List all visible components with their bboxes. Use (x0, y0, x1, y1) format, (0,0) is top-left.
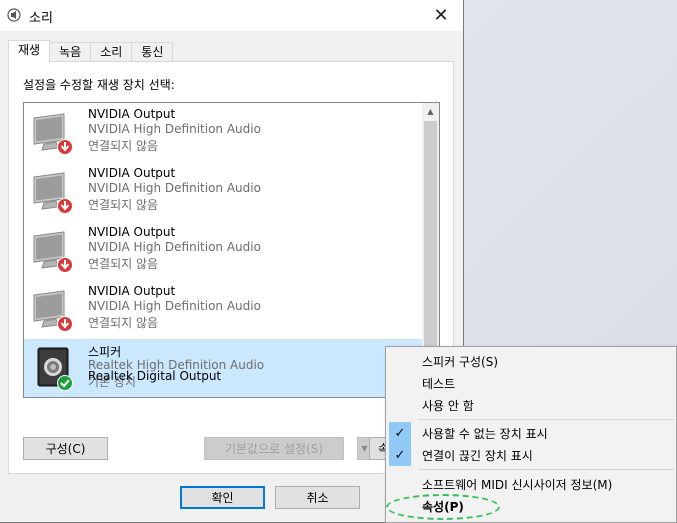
tab-sounds[interactable]: 소리 (90, 42, 133, 63)
device-row[interactable]: NVIDIA Output NVIDIA High Definition Aud… (24, 162, 422, 221)
tab-playback[interactable]: 재생 (8, 40, 51, 63)
device-driver: NVIDIA High Definition Audio (88, 299, 261, 313)
monitor-icon (33, 290, 73, 332)
device-driver: NVIDIA High Definition Audio (88, 122, 261, 136)
cancel-button[interactable]: 취소 (275, 486, 360, 509)
menu-item-label: 사용 안 함 (422, 399, 474, 413)
close-button[interactable]: ✕ (419, 0, 463, 31)
checkmark-icon: ✓ (389, 444, 411, 466)
device-status: 연결되지 않음 (88, 198, 159, 212)
menu-item-show-disabled-devices[interactable]: ✓ 사용할 수 없는 장치 표시 (386, 422, 676, 444)
device-status: 연결되지 않음 (88, 139, 159, 153)
device-status: 연결되지 않음 (88, 257, 159, 271)
device-row-speaker[interactable]: 스피커 Realtek High Definition Audio 기본 장치 (24, 339, 422, 397)
menu-item-speaker-setup[interactable]: 스피커 구성(S) (386, 350, 676, 372)
tab-communications[interactable]: 통신 (131, 42, 174, 63)
checkmark-icon: ✓ (389, 422, 411, 444)
menu-item-label: 사용할 수 없는 장치 표시 (422, 427, 548, 441)
highlight-annotation (386, 494, 500, 520)
menu-separator (418, 469, 674, 470)
menu-item-show-disconnected-devices[interactable]: ✓ 연결이 끊긴 장치 표시 (386, 444, 676, 466)
device-name: NVIDIA Output (88, 107, 176, 121)
instruction-text: 설정을 수정할 재생 장치 선택: (23, 78, 175, 92)
monitor-icon (33, 172, 73, 214)
device-name: NVIDIA Output (88, 166, 176, 180)
ok-button[interactable]: 확인 (180, 486, 265, 509)
menu-item-label: 소프트웨어 MIDI 신시사이저 정보(M) (422, 478, 613, 492)
device-name-digital-output: Realtek Digital Output (88, 369, 222, 383)
device-driver: NVIDIA High Definition Audio (88, 240, 261, 254)
monitor-icon (33, 231, 73, 273)
device-row[interactable]: NVIDIA Output NVIDIA High Definition Aud… (24, 280, 422, 339)
device-status: 연결되지 않음 (88, 316, 159, 330)
device-row[interactable]: NVIDIA Output NVIDIA High Definition Aud… (24, 103, 422, 162)
speaker-icon (37, 347, 73, 391)
menu-separator (418, 419, 674, 420)
tab-recording[interactable]: 녹음 (49, 42, 92, 63)
set-default-button[interactable]: 기본값으로 설정(S) (204, 437, 344, 460)
menu-item-label: 연결이 끊긴 장치 표시 (422, 449, 533, 463)
device-name: NVIDIA Output (88, 284, 176, 298)
tab-strip: 재생 녹음 소리 통신 (8, 40, 174, 63)
configure-button[interactable]: 구성(C) (23, 437, 108, 460)
menu-item-test[interactable]: 테스트 (386, 372, 676, 394)
device-name: NVIDIA Output (88, 225, 176, 239)
menu-item-label: 스피커 구성(S) (422, 355, 498, 369)
menu-item-midi-info[interactable]: 소프트웨어 MIDI 신시사이저 정보(M) (386, 473, 676, 495)
window-title: 소리 (29, 11, 53, 26)
menu-item-disable[interactable]: 사용 안 함 (386, 394, 676, 416)
title-bar[interactable]: 소리 ✕ (0, 0, 463, 31)
device-row[interactable]: NVIDIA Output NVIDIA High Definition Aud… (24, 221, 422, 280)
close-icon: ✕ (433, 5, 449, 26)
device-driver: NVIDIA High Definition Audio (88, 181, 261, 195)
speaker-app-icon (7, 8, 21, 22)
menu-item-label: 테스트 (422, 377, 456, 391)
device-list[interactable]: NVIDIA Output NVIDIA High Definition Aud… (23, 102, 440, 398)
scroll-up-arrow-icon[interactable]: ▲ (422, 103, 439, 120)
monitor-icon (33, 113, 73, 155)
